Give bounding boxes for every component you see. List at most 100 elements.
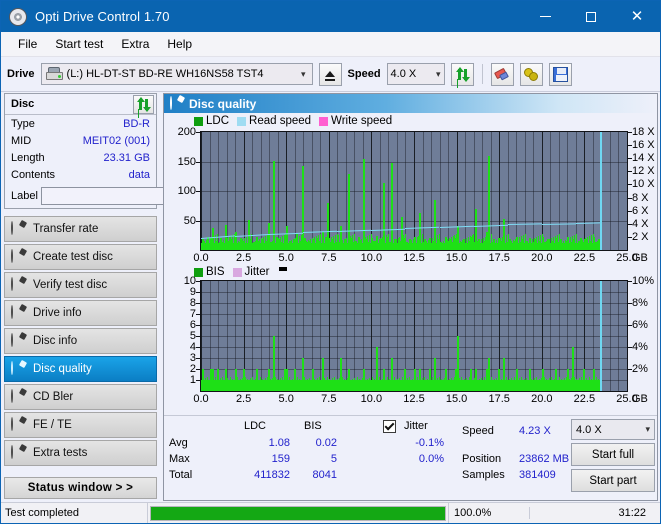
erase-button[interactable] — [490, 62, 514, 86]
sidebar-item-transfer-rate[interactable]: Transfer rate — [4, 216, 157, 242]
y2-axis-tick — [628, 158, 632, 160]
legend-label: Jitter — [244, 266, 270, 278]
data-noise — [414, 378, 415, 391]
data-noise — [397, 379, 398, 391]
stats-row-label-total: Total — [169, 469, 193, 481]
data-noise — [270, 242, 271, 250]
x-axis-tick-label: 0.0 — [193, 393, 209, 405]
data-noise — [519, 237, 520, 250]
disc-refresh-button[interactable] — [133, 94, 154, 114]
sidebar-item-disc-quality[interactable]: Disc quality — [4, 356, 157, 382]
tools-button[interactable] — [519, 62, 543, 86]
data-end-marker — [600, 132, 602, 250]
data-noise — [484, 377, 485, 391]
data-noise — [454, 377, 455, 391]
data-noise — [403, 235, 404, 250]
data-noise — [364, 377, 365, 391]
menu-item-file[interactable]: File — [9, 34, 46, 54]
save-icon — [552, 66, 568, 82]
save-button[interactable] — [548, 62, 572, 86]
data-noise — [230, 377, 231, 391]
data-noise — [521, 236, 522, 250]
y2-axis-tick-label: 14 X — [632, 152, 655, 165]
status-window-button[interactable]: Status window > > — [4, 477, 157, 499]
data-noise — [499, 377, 500, 391]
data-noise — [348, 237, 349, 250]
disc-panel: Disc Type BD-R MID MEIT02 (001) Length 2… — [4, 93, 215, 209]
data-noise — [569, 379, 570, 391]
data-noise — [213, 236, 214, 250]
data-noise — [384, 378, 385, 391]
data-noise — [352, 379, 353, 391]
menu-item-extra[interactable]: Extra — [112, 34, 158, 54]
refresh-button[interactable] — [450, 62, 474, 86]
data-noise — [504, 236, 505, 250]
y2-axis-tick — [628, 184, 632, 186]
y-axis-tick — [196, 281, 200, 282]
data-noise — [594, 378, 595, 391]
data-noise — [380, 238, 381, 250]
start-full-button[interactable]: Start full — [571, 443, 655, 466]
maximize-button[interactable] — [568, 1, 614, 32]
sidebar-item-disc-info[interactable]: Disc info — [4, 328, 157, 354]
data-noise — [570, 237, 571, 250]
data-noise — [367, 379, 368, 391]
data-noise — [487, 236, 488, 250]
sidebar-item-fe-te[interactable]: FE / TE — [4, 412, 157, 438]
window-controls: ✕ — [522, 1, 660, 32]
data-noise — [399, 378, 400, 391]
data-noise — [299, 236, 300, 250]
speed-select[interactable]: 4.0 X ▾ — [386, 63, 445, 85]
eject-button[interactable] — [318, 62, 342, 86]
menu-item-start-test[interactable]: Start test — [46, 34, 112, 54]
x-axis-tick-label: 15.0 — [445, 393, 468, 405]
y2-axis-tick — [628, 325, 632, 326]
data-noise — [238, 241, 239, 250]
y2-axis-tick — [628, 171, 632, 173]
menu-item-help[interactable]: Help — [158, 34, 201, 54]
data-noise — [593, 234, 594, 250]
status-bar: Test completed 100.0% 31:22 — [1, 502, 660, 523]
drive-select[interactable]: (L:) HL-DT-ST BD-RE WH16NS58 TST4 ▾ — [40, 63, 313, 85]
data-noise — [564, 378, 565, 391]
data-noise — [310, 239, 311, 250]
data-noise — [589, 377, 590, 391]
data-noise — [223, 240, 224, 250]
sidebar-item-extra-tests[interactable]: Extra tests — [4, 440, 157, 466]
data-noise — [237, 377, 238, 391]
data-noise — [292, 379, 293, 391]
y2-axis-tick-label: 4 X — [632, 217, 649, 230]
data-noise — [297, 377, 298, 391]
grid-line-horizontal — [201, 358, 627, 359]
disc-label-label: Label — [11, 189, 38, 202]
data-noise — [371, 234, 372, 250]
y-axis-tick — [196, 292, 200, 293]
samples-stat-label: Samples — [462, 469, 505, 481]
data-noise — [265, 236, 266, 250]
y2-axis-tick-label: 10% — [632, 275, 655, 287]
data-noise — [439, 377, 440, 391]
speed-select-value: 4.0 X — [390, 68, 417, 80]
nav-list: Transfer rate Create test disc Verify te… — [4, 216, 157, 466]
data-noise — [240, 379, 241, 391]
data-noise — [559, 234, 560, 250]
data-noise — [287, 378, 288, 391]
minimize-button[interactable] — [522, 1, 568, 32]
data-noise — [334, 377, 335, 391]
close-button[interactable]: ✕ — [614, 1, 660, 32]
sidebar-item-drive-info[interactable]: Drive info — [4, 300, 157, 326]
data-noise — [506, 235, 507, 250]
legend-label: Write speed — [331, 115, 393, 127]
resize-grip[interactable] — [647, 510, 658, 521]
sidebar-item-cd-bler[interactable]: CD Bler — [4, 384, 157, 410]
y-axis-tick-label: 7 — [189, 308, 196, 320]
y2-axis-tick — [628, 347, 632, 348]
sidebar-item-verify-test-disc[interactable]: Verify test disc — [4, 272, 157, 298]
start-part-button[interactable]: Start part — [571, 469, 655, 492]
jitter-checkbox[interactable] — [383, 420, 396, 433]
stats-header-bis: BIS — [304, 420, 322, 432]
sidebar-item-create-test-disc[interactable]: Create test disc — [4, 244, 157, 270]
test-speed-select[interactable]: 4.0 X ▾ — [571, 419, 655, 440]
drive-icon — [45, 67, 63, 81]
data-noise — [555, 236, 556, 250]
